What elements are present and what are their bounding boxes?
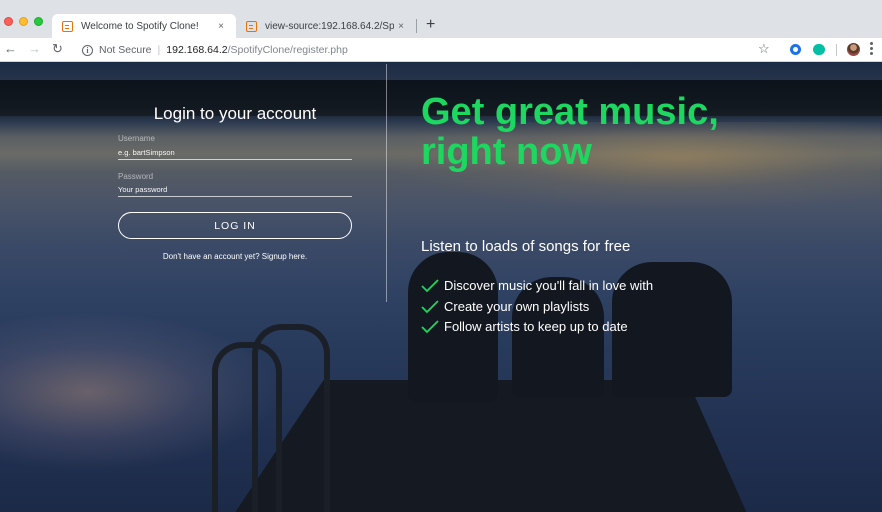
tab-title: view-source:192.168.64.2/Spo (265, 20, 394, 32)
feature-text: Create your own playlists (444, 299, 590, 314)
extension-icon[interactable] (790, 44, 801, 55)
hero-subheading: Listen to loads of songs for free (421, 238, 631, 255)
password-field[interactable] (118, 183, 352, 197)
info-icon[interactable]: i (82, 44, 93, 56)
check-icon (421, 319, 439, 333)
back-arrow-icon[interactable]: ← (4, 41, 17, 57)
profile-avatar[interactable] (847, 43, 860, 56)
close-icon[interactable]: × (214, 21, 228, 32)
feature-item: Discover music you'll fall in love with (421, 278, 653, 293)
check-icon (421, 299, 439, 313)
reload-icon[interactable]: ↻ (52, 41, 63, 57)
security-label: Not Secure (99, 44, 152, 56)
html-file-icon (62, 20, 73, 32)
url-path: /SpotifyClone/register.php (227, 44, 348, 56)
username-field[interactable] (118, 146, 352, 160)
browser-toolbar: ← → ↻ i Not Secure | 192.168.64.2/Spotif… (0, 38, 882, 62)
feature-item: Create your own playlists (421, 299, 589, 314)
forward-arrow-icon[interactable]: → (28, 41, 41, 57)
browser-tab-strip: Welcome to Spotify Clone! × view-source:… (0, 0, 882, 38)
background-person (512, 277, 604, 397)
close-icon[interactable]: × (394, 21, 408, 32)
close-window-button[interactable] (4, 17, 13, 26)
password-label: Password (118, 172, 154, 181)
hero-headline: Get great music, right now (421, 91, 719, 173)
address-bar[interactable]: i Not Secure | 192.168.64.2/SpotifyClone… (74, 40, 778, 60)
extension-icon[interactable] (813, 44, 825, 55)
bookmark-star-icon[interactable]: ☆ (758, 41, 770, 57)
login-button[interactable]: LOG IN (118, 212, 352, 239)
minimize-window-button[interactable] (19, 17, 28, 26)
section-divider (386, 64, 387, 302)
html-file-icon (246, 20, 257, 32)
feature-item: Follow artists to keep up to date (421, 319, 628, 334)
page-background: Login to your account Username Password … (0, 62, 882, 512)
signup-link[interactable]: Don't have an account yet? Signup here. (118, 252, 352, 261)
username-label: Username (118, 134, 155, 143)
feature-text: Follow artists to keep up to date (444, 319, 628, 334)
login-title: Login to your account (153, 104, 317, 123)
tab-welcome[interactable]: Welcome to Spotify Clone! × (52, 14, 236, 38)
toolbar-divider (836, 44, 837, 56)
feature-text: Discover music you'll fall in love with (444, 278, 654, 293)
url-host: 192.168.64.2 (166, 44, 228, 56)
background-ladder (212, 324, 332, 512)
tab-view-source[interactable]: view-source:192.168.64.2/Spo × (236, 14, 416, 38)
check-icon (421, 278, 439, 292)
new-tab-button[interactable]: + (426, 16, 435, 34)
maximize-window-button[interactable] (34, 17, 43, 26)
tab-title: Welcome to Spotify Clone! (81, 20, 199, 32)
tab-divider (416, 19, 417, 33)
url-divider: | (157, 44, 161, 56)
menu-kebab-icon[interactable] (870, 42, 874, 56)
